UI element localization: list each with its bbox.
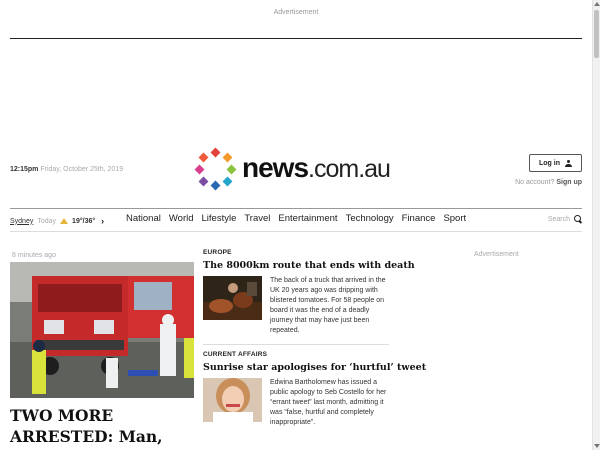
nav-item-national[interactable]: National — [126, 213, 161, 224]
nav-item-technology[interactable]: Technology — [346, 213, 394, 224]
user-icon — [565, 159, 572, 167]
nav-item-sport[interactable]: Sport — [443, 213, 466, 224]
logo-wordmark: news.com.au — [242, 152, 391, 183]
scrollbar-thumb[interactable] — [594, 10, 599, 58]
story-category[interactable]: EUROPE — [203, 249, 389, 256]
nav-item-lifestyle[interactable]: Lifestyle — [202, 213, 237, 224]
logo-dots-icon — [194, 147, 237, 191]
story-list: EUROPE The 8000km route that ends with d… — [203, 249, 426, 428]
story-summary: Edwina Bartholomew has issued a public a… — [270, 379, 387, 426]
current-time: 12:15pm — [10, 166, 39, 173]
date-time: 12:15pm Friday, October 25th, 2019 — [10, 166, 123, 173]
scroll-up-arrow-icon[interactable] — [594, 2, 600, 6]
main-nav: National World Lifestyle Travel Entertai… — [126, 213, 466, 224]
story-card[interactable]: CURRENT AFFAIRS Sunrise star apologises … — [203, 351, 426, 428]
advertisement-label: Advertisement — [273, 9, 319, 16]
story-summary: The back of a truck that arrived in the … — [270, 277, 386, 334]
vertical-scrollbar[interactable] — [592, 0, 600, 450]
nav-top-divider — [10, 208, 582, 209]
search-control[interactable]: Search — [548, 215, 582, 223]
weather-widget[interactable]: Sydney Today 19°/36° › — [10, 216, 104, 226]
nav-item-finance[interactable]: Finance — [402, 213, 436, 224]
nav-item-entertainment[interactable]: Entertainment — [278, 213, 337, 224]
story-thumbnail[interactable] — [203, 378, 262, 422]
no-account-prompt: No account? Sign up — [515, 179, 582, 186]
lead-story-image[interactable] — [10, 262, 194, 398]
sun-icon — [60, 218, 69, 224]
header-divider — [10, 38, 582, 39]
login-button[interactable]: Log in — [529, 154, 582, 172]
weather-city[interactable]: Sydney — [10, 218, 33, 225]
lead-timestamp: 8 minutes ago — [12, 252, 56, 259]
story-card[interactable]: EUROPE The 8000km route that ends with d… — [203, 249, 415, 336]
scroll-down-arrow-icon[interactable] — [594, 444, 600, 448]
login-label: Log in — [539, 159, 560, 167]
story-divider — [203, 344, 389, 345]
nav-item-travel[interactable]: Travel — [244, 213, 270, 224]
site-logo[interactable]: news.com.au — [194, 147, 396, 192]
nav-item-world[interactable]: World — [169, 213, 194, 224]
signup-link[interactable]: Sign up — [556, 179, 582, 186]
search-label[interactable]: Search — [548, 216, 570, 223]
lead-headline[interactable]: TWO MORE ARRESTED: Man, woman arrested — [10, 405, 200, 450]
story-thumbnail[interactable] — [203, 276, 262, 320]
sidebar-advertisement-label: Advertisement — [474, 251, 519, 258]
story-title[interactable]: Sunrise star apologises for ‘hurtful’ tw… — [203, 362, 426, 373]
search-icon[interactable] — [574, 215, 582, 223]
weather-day: Today — [37, 217, 57, 225]
story-title[interactable]: The 8000km route that ends with death — [203, 260, 415, 271]
weather-temperature: 19°/36° — [72, 217, 96, 225]
current-date: Friday, October 25th, 2019 — [40, 166, 124, 173]
story-category[interactable]: CURRENT AFFAIRS — [203, 351, 389, 358]
nav-bottom-divider — [10, 231, 582, 232]
chevron-right-icon[interactable]: › — [101, 216, 104, 226]
